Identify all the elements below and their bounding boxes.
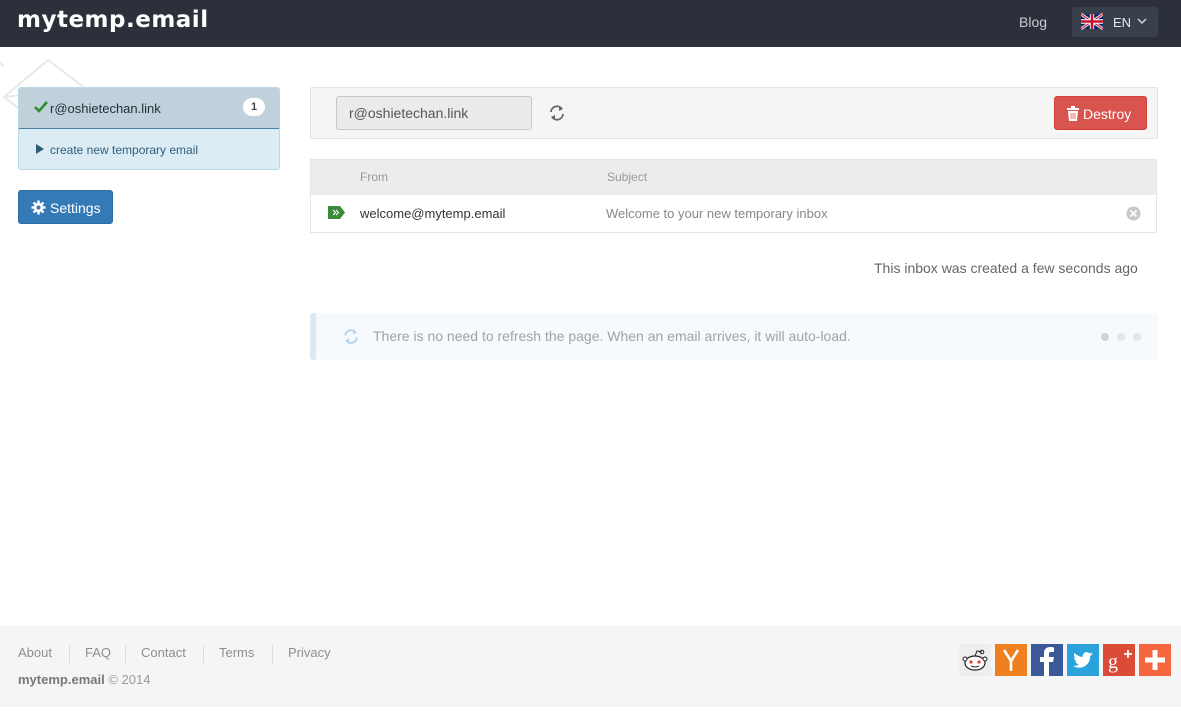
row-subject: Welcome to your new temporary inbox	[606, 206, 828, 221]
active-email-address: r@oshietechan.link	[50, 101, 161, 116]
footer-link-privacy[interactable]: Privacy	[288, 645, 331, 660]
footer-divider	[272, 645, 273, 663]
unread-badge: 1	[243, 98, 265, 116]
footer-divider	[69, 645, 70, 663]
reddit-icon[interactable]	[959, 644, 991, 676]
notice-text: There is no need to refresh the page. Wh…	[373, 328, 851, 344]
column-from: From	[360, 170, 388, 184]
address-panel: Destroy	[310, 87, 1158, 139]
destroy-label: Destroy	[1083, 106, 1132, 122]
top-navbar: mytemp.email Blog EN	[0, 0, 1181, 47]
footer-link-contact[interactable]: Contact	[141, 645, 186, 660]
footer-divider	[203, 645, 204, 663]
email-list: r@oshietechan.link 1 create new temporar…	[18, 87, 280, 170]
uk-flag-icon	[1081, 12, 1103, 31]
copyright-year: © 2014	[108, 672, 151, 687]
refresh-icon[interactable]	[548, 103, 566, 123]
unread-tag-icon	[328, 206, 345, 219]
twitter-icon[interactable]	[1067, 644, 1099, 676]
language-label: EN	[1113, 15, 1132, 30]
footer-divider	[125, 645, 126, 663]
auto-load-notice: There is no need to refresh the page. Wh…	[310, 313, 1158, 360]
triangle-right-icon	[36, 144, 44, 154]
trash-icon	[1067, 106, 1079, 121]
settings-label: Settings	[50, 200, 101, 216]
delete-email-icon[interactable]	[1126, 206, 1141, 221]
facebook-icon[interactable]	[1031, 644, 1063, 676]
email-address-field[interactable]	[336, 96, 532, 130]
table-row[interactable]: welcome@mytemp.email Welcome to your new…	[311, 195, 1156, 232]
inbox-header: From Subject	[311, 160, 1156, 195]
footer-link-about[interactable]: About	[18, 645, 52, 660]
copyright-brand: mytemp.email	[18, 672, 105, 687]
footer-link-faq[interactable]: FAQ	[85, 645, 111, 660]
loading-dot	[1133, 333, 1141, 341]
inbox-created-text: This inbox was created a few seconds ago	[874, 260, 1138, 276]
addthis-icon[interactable]	[1139, 644, 1171, 676]
svg-text:g: g	[1108, 651, 1118, 673]
language-selector[interactable]: EN	[1072, 7, 1158, 37]
footer-link-terms[interactable]: Terms	[219, 645, 254, 660]
create-email-link[interactable]: create new temporary email	[19, 130, 279, 169]
settings-button[interactable]: Settings	[18, 190, 113, 224]
copyright: mytemp.email © 2014	[18, 672, 150, 687]
gear-icon	[31, 200, 46, 215]
row-from: welcome@mytemp.email	[360, 206, 506, 221]
column-subject: Subject	[607, 170, 648, 184]
active-email-item[interactable]: r@oshietechan.link 1	[19, 88, 279, 129]
loading-dot	[1101, 333, 1109, 341]
refresh-icon	[344, 329, 358, 344]
footer: About FAQ Contact Terms Privacy mytemp.e…	[0, 626, 1181, 707]
destroy-button[interactable]: Destroy	[1054, 96, 1147, 130]
loading-dots	[1101, 333, 1146, 341]
inbox-table: From Subject welcome@mytemp.email Welcom…	[310, 159, 1157, 233]
google-plus-icon[interactable]: g	[1103, 644, 1135, 676]
create-email-label: create new temporary email	[50, 143, 199, 157]
nav-blog-link[interactable]: Blog	[1019, 14, 1047, 30]
chevron-down-icon	[1137, 18, 1147, 25]
hacker-news-icon[interactable]	[995, 644, 1027, 676]
check-icon	[34, 101, 48, 113]
loading-dot	[1117, 333, 1125, 341]
site-logo[interactable]: mytemp.email	[17, 7, 209, 33]
